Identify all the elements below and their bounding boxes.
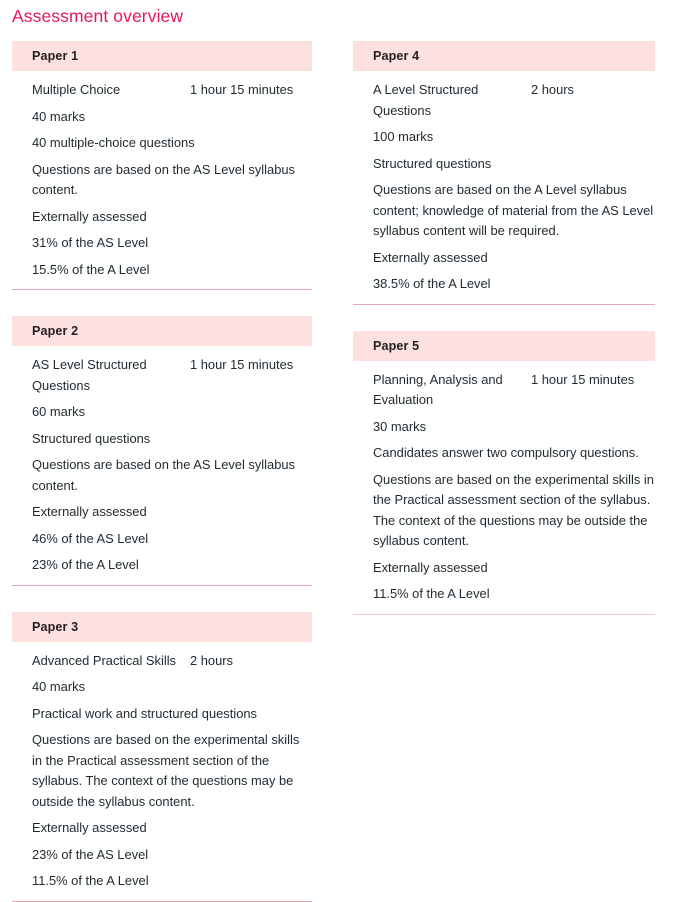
paper-type: Multiple Choice (32, 82, 121, 97)
paper-detail: Externally assessed (32, 820, 147, 835)
paper-detail: 23% of the A Level (32, 557, 139, 572)
paper-card: Paper 4 A Level Structured Questions 2 h… (353, 41, 655, 305)
paper-card: Paper 1 Multiple Choice 1 hour 15 minute… (12, 41, 312, 290)
page-title: Assessment overview (12, 6, 184, 26)
paper-card: Paper 5 Planning, Analysis and Evaluatio… (353, 330, 655, 615)
paper-detail: Questions are based on the AS Level syll… (32, 457, 295, 493)
paper-duration: 1 hour 15 minutes (190, 357, 294, 372)
paper-header-label: Paper 3 (32, 619, 79, 634)
paper-body: AS Level Structured Questions 1 hour 15 … (12, 355, 312, 576)
paper-header: Paper 2 (12, 316, 312, 346)
paper-detail: 40 marks (32, 108, 86, 124)
paper-detail: Externally assessed (373, 559, 488, 575)
papers-column-left: Paper 1 Multiple Choice 1 hour 15 minute… (0, 41, 343, 902)
paper-type: AS Level Structured Questions (32, 357, 147, 393)
paper-detail: 11.5% of the A Level (32, 873, 149, 888)
paper-detail: Practical work and structured questions (32, 705, 257, 721)
paper-detail: Questions are based on the experimental … (373, 471, 654, 549)
paper-detail: 11.5% of the A Level (373, 586, 490, 601)
paper-detail: 15.5% of the A Level (32, 261, 150, 277)
papers-grid: Paper 1 Multiple Choice 1 hour 15 minute… (0, 41, 677, 902)
paper-detail: Candidates answer two compulsory questio… (373, 445, 639, 460)
paper-duration: 1 hour 15 minutes (190, 82, 294, 97)
paper-summary-row: AS Level Structured Questions 1 hour 15 … (32, 355, 312, 396)
paper-header: Paper 5 (353, 330, 655, 361)
paper-card: Paper 2 AS Level Structured Questions 1 … (12, 316, 312, 586)
paper-duration: 1 hour 15 minutes (531, 371, 635, 387)
paper-detail: 30 marks (373, 418, 427, 434)
paper-detail: 23% of the AS Level (32, 846, 149, 862)
paper-detail: 46% of the AS Level (32, 530, 149, 546)
paper-detail: 40 marks (32, 679, 86, 694)
paper-detail: Structured questions (32, 430, 151, 446)
paper-header: Paper 4 (353, 41, 655, 71)
paper-header-label: Paper 2 (32, 324, 79, 338)
paper-summary-row: Advanced Practical Skills 2 hours (32, 651, 312, 672)
paper-detail: 100 marks (373, 129, 434, 144)
paper-header-label: Paper 1 (32, 49, 79, 63)
paper-summary-row: A Level Structured Questions 2 hours (373, 80, 655, 121)
paper-type: Planning, Analysis and Evaluation (373, 371, 503, 408)
paper-detail: Externally assessed (32, 504, 147, 519)
paper-detail: Questions are based on the experimental … (32, 732, 300, 809)
paper-type: A Level Structured Questions (373, 82, 479, 118)
papers-column-right: Paper 4 A Level Structured Questions 2 h… (343, 41, 677, 615)
paper-detail: 38.5% of the A Level (373, 276, 491, 291)
paper-detail: 60 marks (32, 404, 86, 419)
paper-summary-row: Multiple Choice 1 hour 15 minutes (32, 80, 312, 101)
paper-detail: Questions are based on the A Level sylla… (373, 182, 654, 238)
paper-detail: Structured questions (373, 155, 492, 171)
paper-duration: 2 hours (190, 652, 233, 668)
paper-detail: Questions are based on the AS Level syll… (32, 161, 295, 198)
paper-type: Advanced Practical Skills (32, 652, 177, 668)
assessment-overview-page: Assessment overview Paper 1 Multiple Cho… (0, 0, 677, 902)
paper-detail: Externally assessed (32, 208, 147, 224)
paper-header: Paper 3 (12, 611, 312, 642)
paper-detail: 31% of the AS Level (32, 235, 149, 250)
paper-header-label: Paper 5 (373, 338, 420, 353)
paper-body: Multiple Choice 1 hour 15 minutes 40 mar… (12, 80, 312, 280)
paper-body: A Level Structured Questions 2 hours 100… (353, 80, 655, 295)
paper-duration: 2 hours (531, 82, 574, 97)
paper-header: Paper 1 (12, 41, 312, 71)
paper-card: Paper 3 Advanced Practical Skills 2 hour… (12, 611, 312, 902)
paper-detail: Externally assessed (373, 249, 488, 265)
paper-body: Advanced Practical Skills 2 hours 40 mar… (12, 651, 312, 892)
paper-summary-row: Planning, Analysis and Evaluation 1 hour… (373, 370, 655, 411)
paper-header-label: Paper 4 (373, 49, 420, 63)
paper-detail: 40 multiple-choice questions (32, 135, 195, 150)
paper-body: Planning, Analysis and Evaluation 1 hour… (353, 370, 655, 605)
